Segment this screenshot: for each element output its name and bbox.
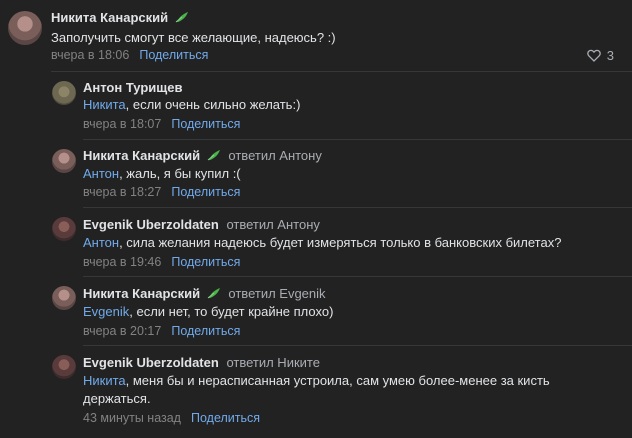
comment-text: Антон, сила желания надеюсь будет измеря…	[83, 234, 561, 252]
share-link[interactable]: Поделиться	[171, 324, 240, 338]
comment-meta: вчера в 20:17 Поделиться	[83, 323, 240, 339]
comment-time[interactable]: вчера в 19:46	[83, 255, 161, 269]
comment-meta: вчера в 18:07 Поделиться	[83, 116, 240, 132]
comment-time[interactable]: вчера в 18:27	[83, 185, 161, 199]
author-name[interactable]: Evgenik Uberzoldaten	[83, 355, 219, 370]
author-name[interactable]: Никита Канарский	[83, 286, 200, 301]
comment-meta: 43 минуты назад Поделиться	[83, 410, 260, 426]
replied-to[interactable]: ответил Evgenik	[228, 286, 325, 301]
author-name[interactable]: Evgenik Uberzoldaten	[83, 217, 219, 232]
comment-text-body: , если очень сильно желать:)	[125, 97, 301, 112]
share-link[interactable]: Поделиться	[191, 411, 260, 425]
comment-text: Никита, если очень сильно желать:)	[83, 96, 300, 114]
share-link[interactable]: Поделиться	[171, 117, 240, 131]
replied-to[interactable]: ответил Антону	[228, 148, 321, 163]
avatar[interactable]	[8, 11, 42, 45]
author-line: Никита Канарский	[51, 10, 189, 26]
author-line: Evgenik Uberzoldaten ответил Никите	[83, 355, 320, 371]
leaf-icon	[175, 12, 188, 23]
comment-text: Никита, меня бы и нерасписанная устроила…	[83, 372, 563, 408]
comment-time[interactable]: вчера в 20:17	[83, 324, 161, 338]
comment-text: Заполучить смогут все желающие, надеюсь?…	[51, 29, 336, 47]
comment-meta: вчера в 19:46 Поделиться	[83, 254, 240, 270]
mention-link[interactable]: Evgenik	[83, 304, 129, 319]
author-line: Никита Канарский ответил Evgenik	[83, 286, 326, 302]
mention-link[interactable]: Антон	[83, 235, 119, 250]
avatar[interactable]	[52, 355, 76, 379]
mention-link[interactable]: Никита	[83, 373, 126, 388]
divider	[83, 276, 632, 277]
mention-link[interactable]: Антон	[83, 166, 119, 181]
avatar[interactable]	[52, 217, 76, 241]
share-link[interactable]: Поделиться	[171, 255, 240, 269]
author-line: Evgenik Uberzoldaten ответил Антону	[83, 217, 320, 233]
avatar[interactable]	[52, 286, 76, 310]
comment-meta: вчера в 18:06 Поделиться	[51, 47, 208, 63]
comment-time[interactable]: вчера в 18:07	[83, 117, 161, 131]
heart-icon	[586, 49, 601, 62]
divider	[51, 71, 632, 72]
comment-time[interactable]: вчера в 18:06	[51, 48, 129, 62]
divider	[83, 139, 632, 140]
leaf-icon	[207, 288, 220, 299]
like-count: 3	[606, 48, 614, 63]
share-link[interactable]: Поделиться	[139, 48, 208, 62]
comment-text-body: , жаль, я бы купил :(	[119, 166, 241, 181]
comment-text-body: , меня бы и нерасписанная устроила, сам …	[83, 373, 550, 406]
replied-to[interactable]: ответил Никите	[226, 355, 320, 370]
author-line: Никита Канарский ответил Антону	[83, 148, 322, 164]
mention-link[interactable]: Никита	[83, 97, 126, 112]
divider	[83, 207, 632, 208]
comment-text-body: , сила желания надеюсь будет измеряться …	[119, 235, 562, 250]
comment-time[interactable]: 43 минуты назад	[83, 411, 181, 425]
avatar[interactable]	[52, 81, 76, 105]
author-line: Антон Турищев	[83, 80, 182, 96]
avatar[interactable]	[52, 149, 76, 173]
leaf-icon	[207, 150, 220, 161]
comment-text-body: Заполучить смогут все желающие, надеюсь?…	[51, 30, 336, 45]
divider	[83, 345, 632, 346]
author-name[interactable]: Никита Канарский	[51, 10, 168, 25]
comment-text: Evgenik, если нет, то будет крайне плохо…	[83, 303, 333, 321]
author-name[interactable]: Никита Канарский	[83, 148, 200, 163]
author-name[interactable]: Антон Турищев	[83, 80, 182, 95]
comment-meta: вчера в 18:27 Поделиться	[83, 184, 240, 200]
comment-text: Антон, жаль, я бы купил :(	[83, 165, 241, 183]
comment-text-body: , если нет, то будет крайне плохо)	[129, 304, 334, 319]
replied-to[interactable]: ответил Антону	[226, 217, 319, 232]
like-button[interactable]: 3	[586, 48, 614, 63]
share-link[interactable]: Поделиться	[171, 185, 240, 199]
